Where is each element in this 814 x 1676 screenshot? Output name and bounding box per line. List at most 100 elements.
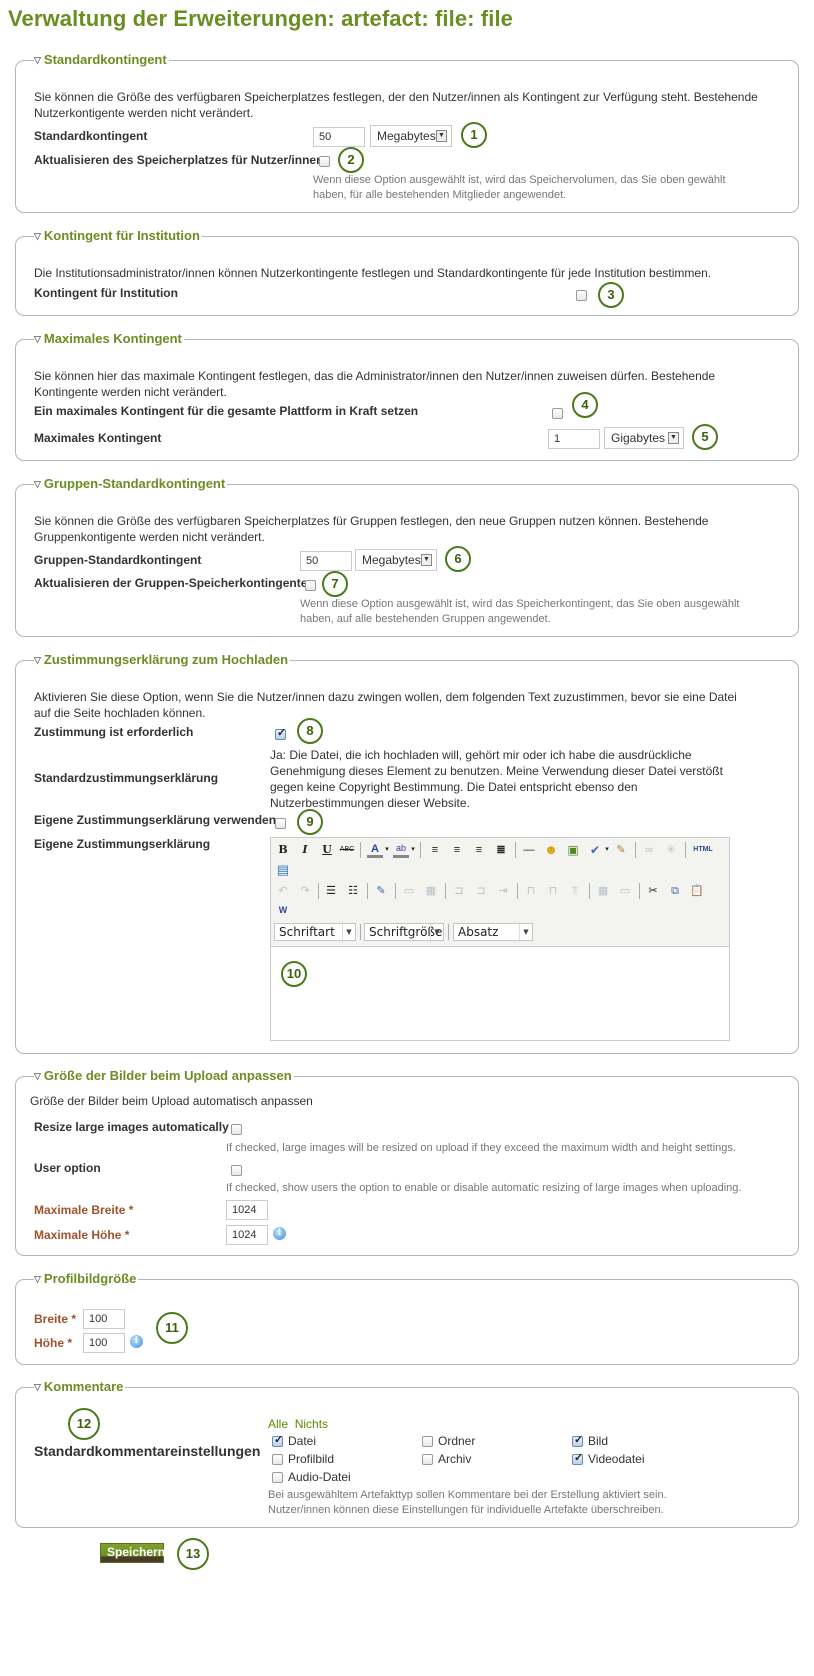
group-quota-unit-select[interactable]: Megabytes ▼ bbox=[355, 549, 437, 571]
font-family-select[interactable]: Schriftart ▼ bbox=[274, 923, 356, 941]
emoticon-icon[interactable]: ☻ bbox=[543, 842, 559, 858]
comment-option-checkbox[interactable] bbox=[572, 1433, 583, 1447]
row-props-icon[interactable]: ▭ bbox=[401, 883, 417, 899]
select-none-link[interactable]: Nichts bbox=[295, 1417, 328, 1431]
callout-1: 1 bbox=[461, 122, 487, 148]
legend-profile-image-size[interactable]: ▽ Profilbildgröße bbox=[34, 1271, 139, 1287]
fieldset-resize-images: ▽ Größe der Bilder beim Upload anpassen G… bbox=[15, 1068, 799, 1256]
editor-content-area[interactable] bbox=[271, 947, 729, 1040]
info-icon[interactable]: i bbox=[273, 1227, 286, 1240]
legend-institution-quota[interactable]: ▽ Kontingent für Institution bbox=[34, 228, 202, 244]
select-all-link[interactable]: Alle bbox=[268, 1417, 288, 1431]
align-center-icon[interactable]: ≡ bbox=[449, 842, 465, 858]
update-group-quota-checkbox[interactable] bbox=[305, 580, 316, 591]
fullscreen-icon[interactable]: ▤ bbox=[275, 862, 291, 878]
dropdown-arrow-icon[interactable]: ▾ bbox=[383, 842, 391, 858]
comment-option-label: Audio-Datei bbox=[288, 1470, 351, 1484]
unlink-icon[interactable]: ✳ bbox=[663, 842, 679, 858]
link-icon[interactable]: ∞ bbox=[641, 842, 657, 858]
comment-option-checkbox[interactable] bbox=[272, 1433, 283, 1447]
numbered-list-icon[interactable]: ☷ bbox=[345, 883, 361, 899]
custom-agreement-use-checkbox[interactable] bbox=[275, 818, 286, 829]
agreement-required-checkbox[interactable] bbox=[275, 726, 286, 740]
comment-option-checkbox[interactable] bbox=[422, 1436, 433, 1447]
standard-quota-unit-select[interactable]: Megabytes ▼ bbox=[370, 125, 452, 147]
legend-resize-images[interactable]: ▽ Größe der Bilder beim Upload anpassen bbox=[34, 1068, 294, 1084]
legend-upload-agreement[interactable]: ▽ Zustimmungserklärung zum Hochladen bbox=[34, 652, 291, 668]
edit-table-icon[interactable]: ✎ bbox=[373, 883, 389, 899]
fieldset-comments: ▽ Kommentare 12 Standardkommentareinstell… bbox=[15, 1379, 799, 1528]
user-option-label: User option bbox=[34, 1161, 101, 1175]
text-color-icon[interactable]: A bbox=[367, 842, 383, 858]
undo-icon[interactable]: ↶ bbox=[275, 883, 291, 899]
align-right-icon[interactable]: ≡ bbox=[471, 842, 487, 858]
comment-option-checkbox[interactable] bbox=[272, 1472, 283, 1483]
standard-quota-input[interactable]: 50 bbox=[313, 127, 365, 147]
split-cells-icon[interactable]: ▦ bbox=[595, 883, 611, 899]
paste-icon[interactable]: 📋 bbox=[689, 883, 705, 899]
update-user-quota-checkbox[interactable] bbox=[319, 156, 330, 167]
user-option-checkbox[interactable] bbox=[231, 1165, 242, 1176]
redo-icon[interactable]: ↷ bbox=[297, 883, 313, 899]
image-icon[interactable]: ▣ bbox=[565, 842, 581, 858]
max-height-input[interactable]: 1024 bbox=[226, 1225, 268, 1245]
strikethrough-icon[interactable]: ABC bbox=[339, 842, 355, 858]
legend-standard-quota[interactable]: ▽ Standardkontingent bbox=[34, 52, 169, 68]
profile-height-input[interactable]: 100 bbox=[83, 1333, 125, 1353]
dropdown-arrow-icon[interactable]: ▾ bbox=[409, 842, 417, 858]
max-width-input[interactable]: 1024 bbox=[226, 1200, 268, 1220]
legend-comments[interactable]: ▽ Kommentare bbox=[34, 1379, 126, 1395]
fieldset-profile-image-size: ▽ Profilbildgröße Breite * 100 Höhe * 100… bbox=[15, 1271, 799, 1365]
comment-option-checkbox[interactable] bbox=[272, 1454, 283, 1465]
dropdown-arrow-icon[interactable]: ▾ bbox=[603, 842, 611, 858]
update-group-quota-label: Aktualisieren der Gruppen-Speicherkontin… bbox=[34, 576, 308, 590]
callout-13: 13 bbox=[177, 1538, 209, 1570]
align-left-icon[interactable]: ≡ bbox=[427, 842, 443, 858]
bold-icon[interactable]: B bbox=[275, 842, 291, 858]
comment-option-checkbox[interactable] bbox=[422, 1454, 433, 1465]
merge-cells-icon[interactable]: ▭ bbox=[617, 883, 633, 899]
comments-hint: Bei ausgewähltem Artefakttyp sollen Komm… bbox=[268, 1489, 667, 1516]
enforce-max-quota-checkbox[interactable] bbox=[552, 408, 563, 419]
highlight-color-icon[interactable]: ab bbox=[393, 842, 409, 858]
font-size-select[interactable]: Schriftgröße ▼ bbox=[364, 923, 444, 941]
underline-icon[interactable]: U bbox=[319, 842, 335, 858]
delete-row-icon[interactable]: ⇥ bbox=[495, 883, 511, 899]
legend-max-quota[interactable]: ▽ Maximales Kontingent bbox=[34, 331, 184, 347]
horizontal-rule-icon[interactable]: — bbox=[521, 842, 537, 858]
comment-option-checkbox[interactable] bbox=[572, 1451, 583, 1465]
group-quota-input[interactable]: 50 bbox=[300, 551, 352, 571]
cell-props-icon[interactable]: ▦ bbox=[423, 883, 439, 899]
italic-icon[interactable]: I bbox=[297, 842, 313, 858]
cut-icon[interactable]: ✂ bbox=[645, 883, 661, 899]
comment-option-label: Datei bbox=[288, 1434, 317, 1448]
align-justify-icon[interactable]: ≣ bbox=[493, 842, 509, 858]
delete-col-icon[interactable]: ⫪ bbox=[567, 883, 583, 899]
copy-icon[interactable]: ⧉ bbox=[667, 883, 683, 899]
collapse-triangle-icon: ▽ bbox=[34, 334, 41, 344]
bullet-list-icon[interactable]: ☰ bbox=[323, 883, 339, 899]
html-source-icon[interactable]: HTML bbox=[691, 842, 715, 858]
collapse-triangle-icon: ▽ bbox=[34, 55, 41, 65]
toolbar-separator bbox=[445, 883, 446, 899]
insert-col-before-icon[interactable]: ⊓ bbox=[523, 883, 539, 899]
info-icon[interactable]: i bbox=[130, 1335, 143, 1348]
custom-agreement-label: Eigene Zustimmungserklärung bbox=[34, 837, 211, 851]
legend-group-quota[interactable]: ▽ Gruppen-Standardkontingent bbox=[34, 476, 228, 492]
spellcheck-icon[interactable]: ✔ bbox=[587, 842, 603, 858]
save-button[interactable]: Speichern bbox=[100, 1543, 165, 1563]
insert-col-after-icon[interactable]: ⊓ bbox=[545, 883, 561, 899]
insert-row-before-icon[interactable]: ⊐ bbox=[451, 883, 467, 899]
dropdown-arrow-icon: ▼ bbox=[519, 924, 532, 940]
resize-auto-checkbox[interactable] bbox=[231, 1124, 242, 1135]
max-quota-input[interactable]: 1 bbox=[548, 429, 600, 449]
max-quota-unit-select[interactable]: Gigabytes ▼ bbox=[604, 427, 684, 449]
dropdown-arrow-icon: ▼ bbox=[421, 554, 432, 566]
profile-width-input[interactable]: 100 bbox=[83, 1309, 125, 1329]
insert-row-after-icon[interactable]: ⊐ bbox=[473, 883, 489, 899]
format-select[interactable]: Absatz ▼ bbox=[453, 923, 533, 941]
max-width-label: Maximale Breite * bbox=[34, 1203, 134, 1217]
paste-word-icon[interactable]: W bbox=[275, 902, 291, 918]
cleanup-brush-icon[interactable]: ✎ bbox=[613, 842, 629, 858]
institution-quota-checkbox[interactable] bbox=[576, 290, 587, 301]
